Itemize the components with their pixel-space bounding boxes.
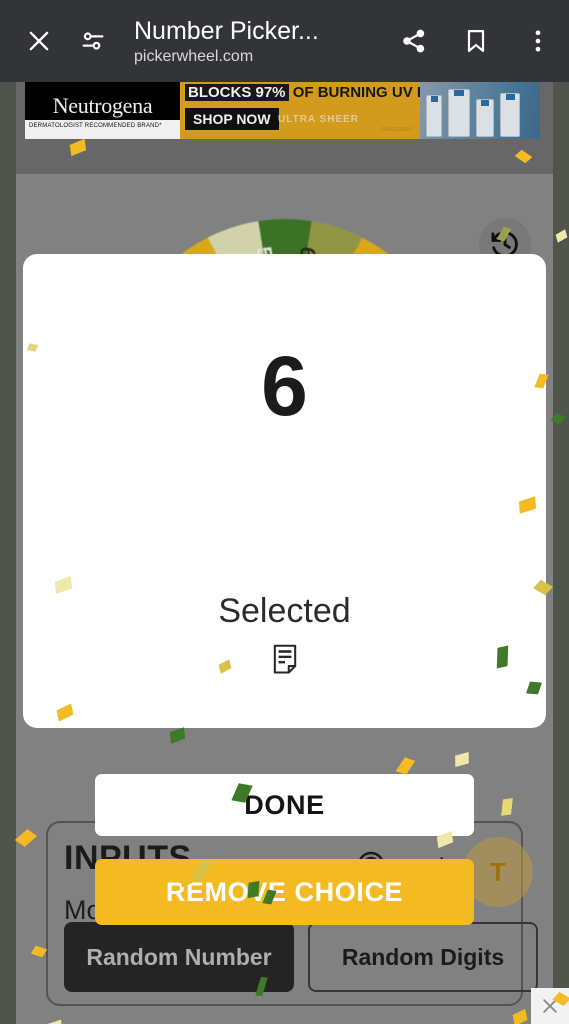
browser-toolbar: Number Picker... pickerwheel.com <box>0 0 569 82</box>
done-button[interactable]: DONE <box>95 774 474 836</box>
tab-title-block[interactable]: Number Picker... pickerwheel.com <box>134 16 379 67</box>
result-number: 6 <box>261 339 308 433</box>
page-info-tune-icon[interactable] <box>66 14 120 68</box>
result-status-label: Selected <box>218 592 351 630</box>
more-vertical-icon[interactable] <box>507 14 569 68</box>
page-url: pickerwheel.com <box>134 47 254 65</box>
note-document-icon[interactable] <box>23 644 546 674</box>
bookmark-icon[interactable] <box>445 14 507 68</box>
close-icon[interactable] <box>12 14 66 68</box>
web-page: Neutrogena DERMATOLOGIST RECOMMENDED BRA… <box>0 82 569 1024</box>
result-dialog: 6 Selected <box>23 254 546 728</box>
remove-choice-button[interactable]: REMOVE CHOICE <box>95 859 474 925</box>
ad-close-icon[interactable] <box>531 988 569 1024</box>
page-title: Number Picker... <box>134 16 319 45</box>
app-root: Number Picker... pickerwheel.com Neutrog… <box>0 0 569 1024</box>
share-icon[interactable] <box>383 14 445 68</box>
toolbar-actions <box>383 14 569 68</box>
